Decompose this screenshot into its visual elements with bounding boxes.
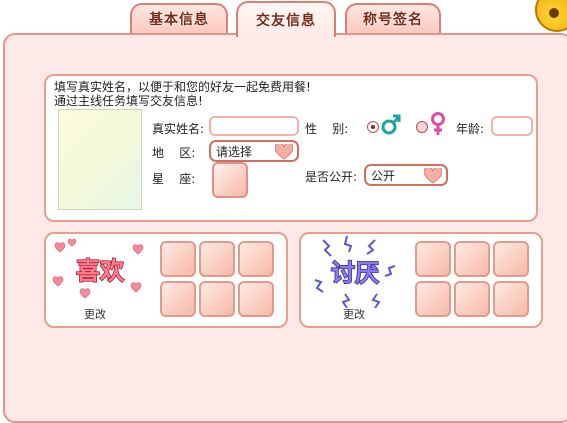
dislikes-title: 讨厌: [331, 259, 379, 287]
heart-dropdown-icon: [275, 144, 293, 160]
heart-dropdown-icon: [424, 168, 442, 184]
gender-male-radio[interactable]: [367, 121, 379, 133]
likes-slot-5[interactable]: [199, 281, 235, 317]
real-name-label: 真实姓名:: [152, 122, 205, 136]
dislikes-slot-5[interactable]: [454, 281, 490, 317]
gender-label: 性 别:: [305, 122, 349, 136]
likes-title: 喜欢: [76, 257, 125, 285]
dislikes-slot-4[interactable]: [415, 281, 451, 317]
likes-card: 喜欢 更改: [44, 232, 288, 328]
notice-line-2: 通过主线任务填写交友信息!: [54, 94, 203, 108]
info-card: 填写真实姓名，以便于和您的好友一起免费用餐! 通过主线任务填写交友信息! 真实姓…: [44, 74, 538, 222]
male-icon: [381, 114, 401, 135]
tab-friend-info[interactable]: 交友信息: [236, 1, 336, 37]
likes-change-button[interactable]: 更改: [84, 306, 106, 322]
dislikes-change-button[interactable]: 更改: [343, 306, 365, 322]
tab-friend-info-label: 交友信息: [256, 13, 316, 29]
likes-slot-3[interactable]: [238, 241, 274, 277]
friend-info-window: 基本信息 交友信息 称号签名 填写真实姓名，以便于和您的好友一起免费用餐! 通过…: [0, 0, 567, 423]
dislikes-title-art: 讨厌: [314, 236, 396, 308]
public-select[interactable]: 公开: [364, 164, 448, 186]
region-value: 请选择: [216, 144, 253, 159]
dislikes-slot-6[interactable]: [493, 281, 529, 317]
tab-title-signature[interactable]: 称号签名: [345, 3, 441, 33]
corner-coin-icon[interactable]: [535, 0, 567, 32]
main-panel: 填写真实姓名，以便于和您的好友一起免费用餐! 通过主线任务填写交友信息! 真实姓…: [3, 33, 567, 423]
tab-title-signature-label: 称号签名: [363, 12, 423, 28]
likes-title-art: 喜欢: [52, 238, 144, 299]
dislikes-slot-1[interactable]: [415, 241, 451, 277]
likes-slot-2[interactable]: [199, 241, 235, 277]
likes-slot-1[interactable]: [160, 241, 196, 277]
public-label: 是否公开:: [305, 170, 358, 184]
likes-slot-6[interactable]: [238, 281, 274, 317]
age-input[interactable]: [491, 116, 533, 136]
region-select[interactable]: 请选择: [209, 140, 299, 162]
gender-female-radio[interactable]: [416, 121, 428, 133]
tab-basic-info[interactable]: 基本信息: [130, 3, 228, 33]
constellation-picker[interactable]: [212, 162, 248, 198]
dislikes-slot-2[interactable]: [454, 241, 490, 277]
dislikes-card: 讨厌 更改: [299, 232, 543, 328]
dislikes-slot-3[interactable]: [493, 241, 529, 277]
likes-slot-4[interactable]: [160, 281, 196, 317]
avatar-photo[interactable]: [58, 109, 142, 210]
female-icon: [431, 112, 445, 135]
public-value: 公开: [371, 168, 396, 183]
real-name-input[interactable]: [209, 116, 299, 136]
age-label: 年龄:: [456, 122, 485, 136]
tab-basic-info-label: 基本信息: [149, 12, 209, 28]
constellation-label: 星 座:: [152, 172, 196, 186]
region-label: 地 区:: [152, 146, 196, 160]
